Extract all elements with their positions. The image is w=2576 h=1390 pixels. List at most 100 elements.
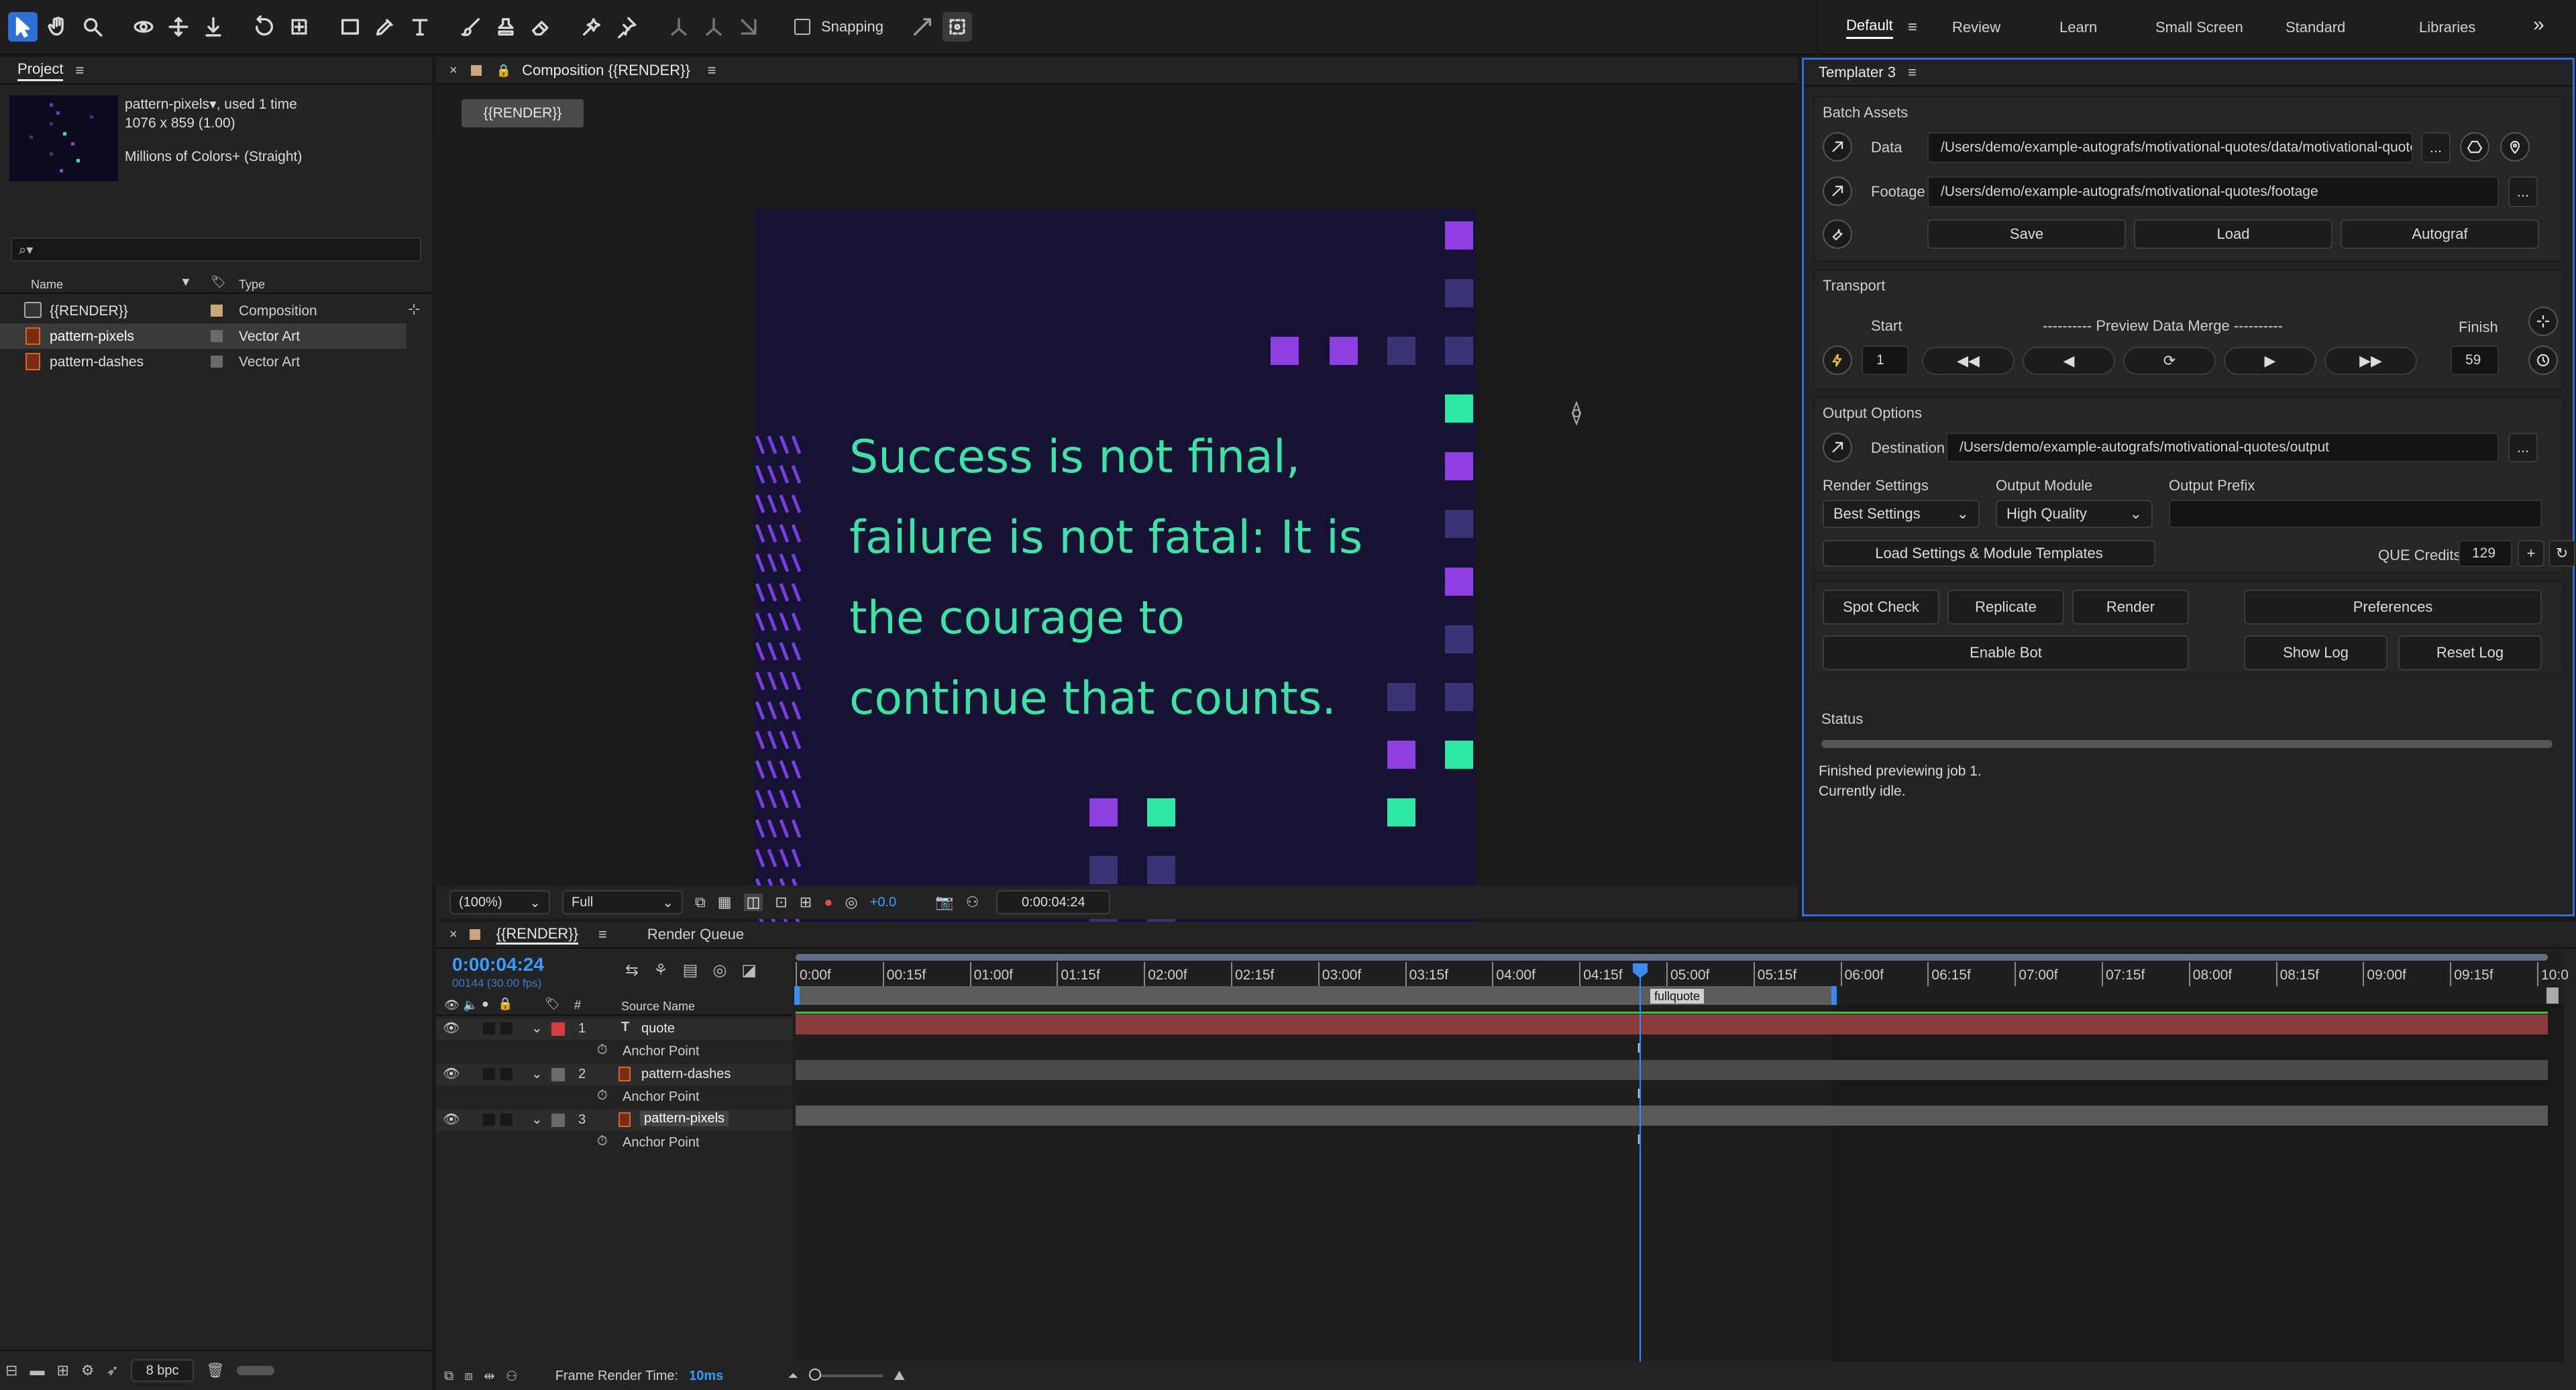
destination-path-field[interactable]: /Users/demo/example-autografs/motivation… <box>1946 433 2499 462</box>
transfer-controls-icon[interactable]: ⧈ <box>464 1369 473 1384</box>
lock-icon[interactable]: 🔒 <box>496 64 511 78</box>
finish-field[interactable]: 59 <box>2451 345 2499 375</box>
lock-box[interactable] <box>500 1022 513 1034</box>
lock-box[interactable] <box>500 1114 513 1126</box>
lightning-icon[interactable] <box>1823 345 1852 375</box>
current-time-field[interactable]: 0:00:04:24 <box>996 890 1111 914</box>
refresh-job-button[interactable]: ⟳ <box>2123 347 2216 375</box>
workspace-menu-icon[interactable]: ≡ <box>1908 18 1917 37</box>
footage-path-field[interactable]: /Users/demo/example-autografs/motivation… <box>1927 176 2499 207</box>
spot-check-button[interactable]: Spot Check <box>1823 590 1939 625</box>
project-item-name[interactable]: pattern-pixels <box>125 97 209 112</box>
workspace-libraries[interactable]: Libraries <box>2419 19 2475 36</box>
time-ruler[interactable]: 0:00f 00:15f 01:00f 01:15f 02:00f 02:15f 03:00… <box>796 962 2569 986</box>
zoom-out-icon[interactable]: ⏶ <box>788 1369 798 1384</box>
workspace-learn[interactable]: Learn <box>2059 19 2097 36</box>
stopwatch-icon[interactable]: ⏱ <box>597 1134 608 1149</box>
color-channels-icon[interactable]: ● <box>824 894 833 911</box>
render-settings-dropdown[interactable]: Best Settings ⌄ <box>1823 500 1980 528</box>
dolly-tool-icon[interactable] <box>199 12 228 42</box>
hand-tool-icon[interactable] <box>43 12 72 42</box>
solo-box[interactable] <box>483 1022 495 1034</box>
exposure-value[interactable]: +0.0 <box>870 895 896 910</box>
pen-tool-icon[interactable] <box>370 12 400 42</box>
sort-icon[interactable]: ▼ <box>180 275 192 289</box>
trash-icon[interactable]: 🗑 <box>206 1362 225 1379</box>
add-credits-button[interactable]: + <box>2518 540 2544 567</box>
visibility-eye-icon[interactable]: 👁 <box>443 1111 460 1128</box>
work-area-start-handle[interactable] <box>794 986 800 1005</box>
rectangle-tool-icon[interactable] <box>335 12 365 42</box>
start-field[interactable]: 1 <box>1862 345 1909 375</box>
interpret-footage-icon[interactable]: ⊟ <box>5 1362 17 1379</box>
stopwatch-icon[interactable]: ⏱ <box>597 1042 608 1058</box>
replicate-button[interactable]: Replicate <box>1947 590 2064 625</box>
visibility-eye-icon[interactable]: 👁 <box>443 1065 460 1082</box>
footage-source-button[interactable] <box>1823 176 1852 206</box>
work-area-bar[interactable] <box>796 954 2548 961</box>
clock-icon[interactable] <box>2528 345 2558 375</box>
frame-blending-icon[interactable]: ▤ <box>683 961 698 980</box>
project-row[interactable]: pattern-dashes Vector Art <box>0 349 432 374</box>
refresh-credits-button[interactable]: ↻ <box>2548 540 2575 567</box>
layer-property-row[interactable]: ⏱ Anchor Point <box>436 1132 792 1154</box>
label-color-swatch[interactable] <box>551 1022 565 1036</box>
location-pin-icon[interactable] <box>2500 132 2530 162</box>
layer-bar-pattern-pixels[interactable] <box>796 1106 2548 1126</box>
data-source-button[interactable] <box>1823 132 1852 162</box>
layer-name[interactable]: pattern-dashes <box>641 1067 731 1082</box>
source-name-header[interactable]: Source Name <box>621 1000 695 1014</box>
pan-behind-tool-icon[interactable] <box>284 12 314 42</box>
motion-blur-icon[interactable]: ◎ <box>712 961 727 980</box>
axis-world-icon[interactable] <box>699 12 729 42</box>
visibility-eye-icon[interactable]: 👁 <box>443 1020 460 1036</box>
render-time-icon[interactable]: ⚇ <box>506 1368 518 1385</box>
layer-name[interactable]: pattern-pixels <box>640 1111 729 1126</box>
workspace-default[interactable]: Default ≡ <box>1846 15 1917 40</box>
next-job-button[interactable]: ▶ <box>2224 347 2316 375</box>
work-area-end-handle[interactable] <box>1831 986 1837 1005</box>
sparkle-icon[interactable] <box>2528 307 2558 336</box>
render-queue-icon[interactable]: ➶ <box>107 1362 119 1379</box>
puppet-pin-tool-icon[interactable] <box>612 12 641 42</box>
google-drive-icon[interactable] <box>2460 132 2489 162</box>
label-color-swatch[interactable] <box>211 356 223 368</box>
in-out-icon[interactable]: ⇹ <box>484 1368 495 1385</box>
timeline-menu-icon[interactable]: ≡ <box>598 926 607 943</box>
snapshot-icon[interactable]: 📷 <box>935 894 953 911</box>
preferences-button[interactable]: Preferences <box>2244 590 2542 625</box>
project-search-input[interactable]: ⌕▾ <box>11 237 421 262</box>
destination-button[interactable] <box>1823 433 1852 462</box>
reset-log-button[interactable]: Reset Log <box>2398 635 2542 670</box>
render-queue-tab[interactable]: Render Queue <box>647 926 744 943</box>
layer-row[interactable]: 👁 ⌄ 2 pattern-dashes <box>436 1064 792 1085</box>
mask-visibility-icon[interactable]: ◫ <box>743 894 763 911</box>
zoom-in-icon[interactable]: ⛰ <box>894 1369 905 1384</box>
stopwatch-icon[interactable]: ⏱ <box>597 1088 608 1104</box>
layer-row[interactable]: 👁 ⌄ 1 T quote <box>436 1018 792 1040</box>
first-job-button[interactable]: ◀◀ <box>1922 347 2015 375</box>
new-folder-icon[interactable]: ▬ <box>30 1362 44 1379</box>
workspace-standard[interactable]: Standard <box>2286 19 2345 36</box>
layer-property-row[interactable]: ⏱ Anchor Point <box>436 1041 792 1063</box>
bpc-button[interactable]: 8 bpc <box>131 1359 195 1382</box>
adjust-settings-icon[interactable]: ⚙ <box>81 1362 95 1379</box>
wrench-icon[interactable] <box>1823 219 1852 249</box>
selection-tool-icon[interactable] <box>8 12 38 42</box>
label-color-swatch[interactable] <box>551 1068 565 1081</box>
enable-bot-button[interactable]: Enable Bot <box>1823 635 2189 670</box>
load-button[interactable]: Load <box>2134 219 2332 249</box>
axis-local-icon[interactable] <box>664 12 694 42</box>
previous-job-button[interactable]: ◀ <box>2023 347 2115 375</box>
layer-name[interactable]: quote <box>641 1021 675 1036</box>
brush-tool-icon[interactable] <box>456 12 486 42</box>
templater-menu-icon[interactable]: ≡ <box>1908 64 1917 81</box>
data-browse-button[interactable]: ... <box>2421 132 2451 163</box>
transparency-grid-icon[interactable]: ▦ <box>718 894 732 911</box>
quote-text[interactable]: Success is not final, failure is not fat… <box>849 417 1362 739</box>
show-snapshot-icon[interactable]: ⚇ <box>966 894 979 911</box>
autograf-button[interactable]: Autograf <box>2341 219 2539 249</box>
lock-box[interactable] <box>500 1068 513 1080</box>
last-job-button[interactable]: ▶▶ <box>2324 347 2417 375</box>
anchor-point-crosshair-icon[interactable] <box>1564 400 1589 426</box>
